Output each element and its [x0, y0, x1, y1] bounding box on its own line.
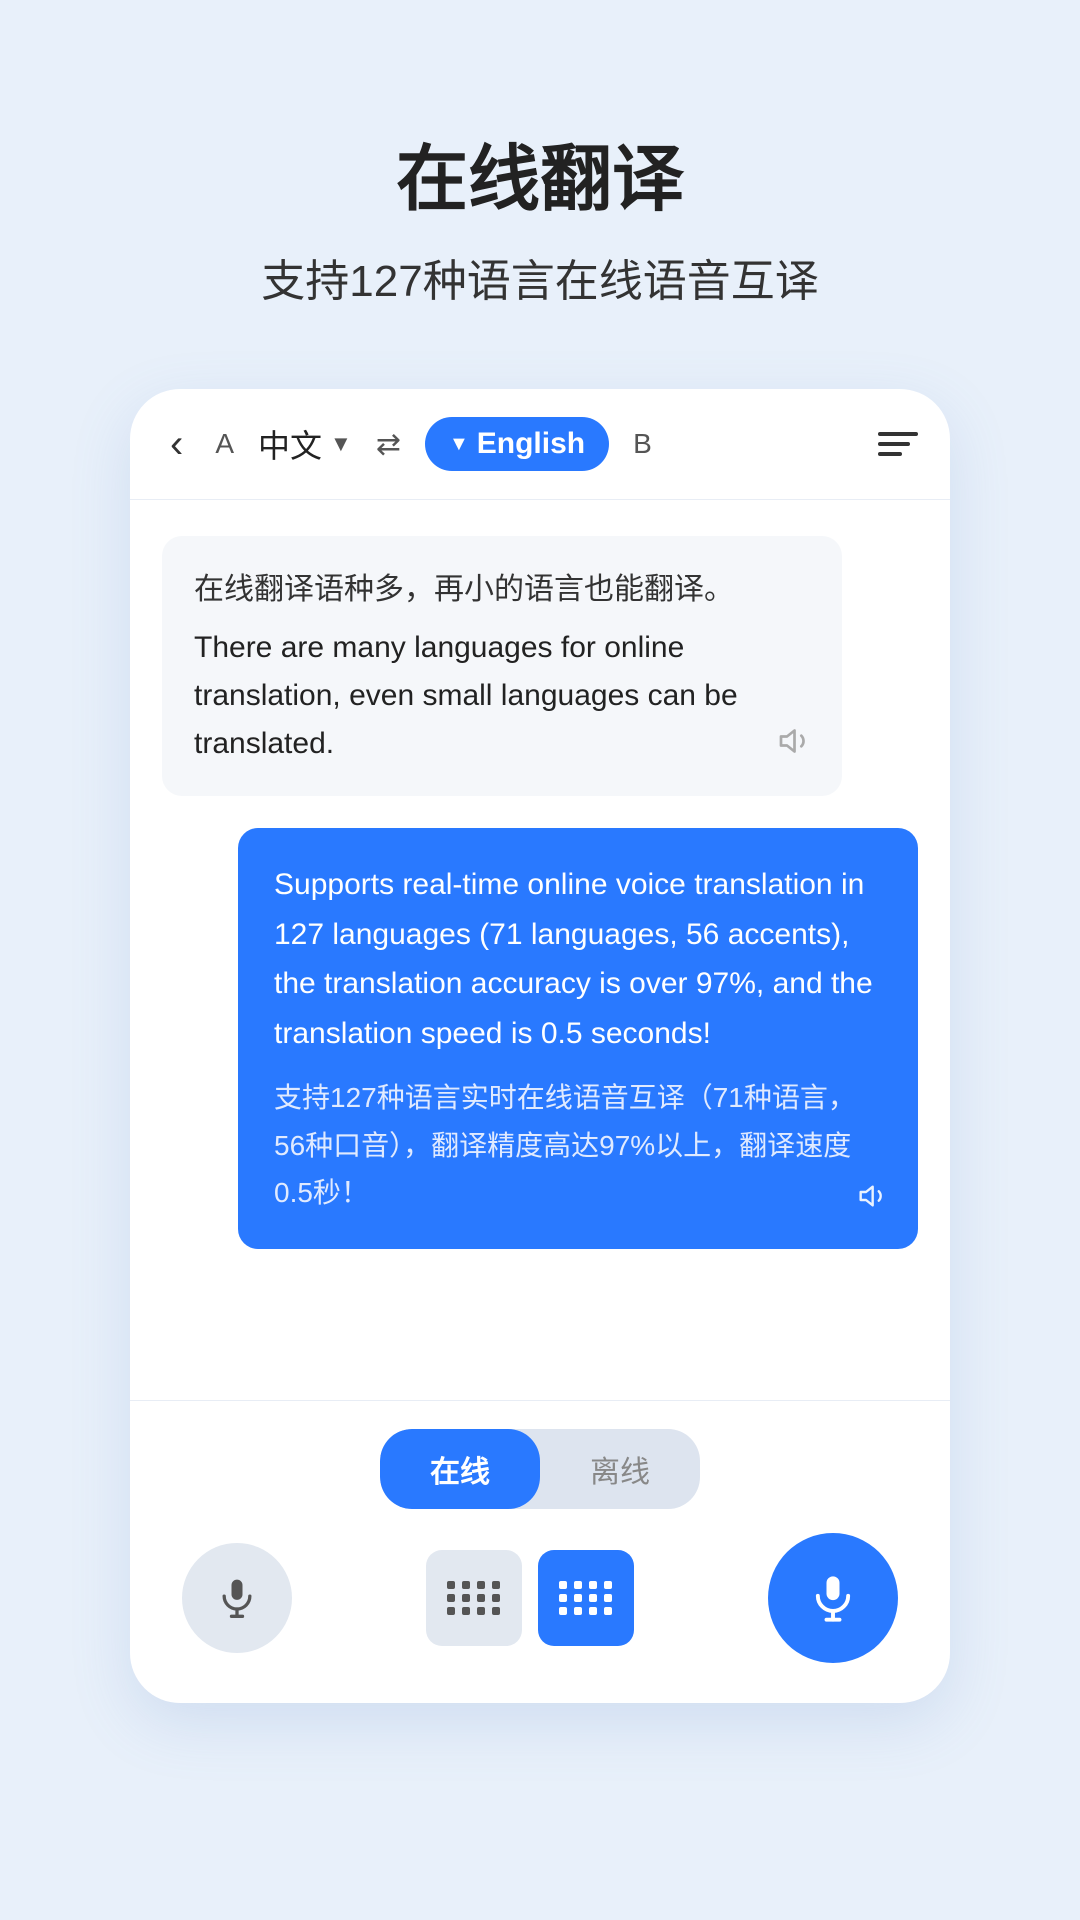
mic-button-gray[interactable] [182, 1543, 292, 1653]
keyboard-group [426, 1550, 634, 1646]
keyboard-inactive-button[interactable] [426, 1550, 522, 1646]
target-lang-arrow: ▼ [449, 433, 469, 456]
page-subtitle: 支持127种语言在线语音互译 [40, 245, 1040, 309]
page-title: 在线翻译 [40, 120, 1040, 225]
toolbar: ‹ A 中文 ▼ ⇄ ▼ English B [130, 389, 950, 500]
offline-mode-button[interactable]: 离线 [540, 1429, 700, 1509]
right-english-text: Supports real-time online voice translat… [274, 860, 882, 1058]
source-language-selector[interactable]: 中文 ▼ [258, 421, 352, 467]
speaker-icon-right[interactable] [858, 1180, 890, 1221]
swap-languages-button[interactable]: ⇄ [376, 427, 401, 462]
page-header: 在线翻译 支持127种语言在线语音互译 [0, 0, 1080, 369]
right-chinese-text: 支持127种语言实时在线语音互译（71种语言，56种口音），翻译精度高达97%以… [274, 1074, 882, 1217]
bottom-bar: 在线 离线 [130, 1400, 950, 1703]
back-button[interactable]: ‹ [162, 418, 191, 471]
keyboard-active-button[interactable] [538, 1550, 634, 1646]
menu-button[interactable] [878, 432, 918, 456]
action-row [162, 1533, 918, 1663]
target-language-selector[interactable]: ▼ English [425, 417, 609, 471]
lang-b-label: B [625, 424, 660, 464]
right-translation-bubble: Supports real-time online voice translat… [238, 828, 918, 1249]
mic-button-blue[interactable] [768, 1533, 898, 1663]
left-translation-bubble: 在线翻译语种多，再小的语言也能翻译。 There are many langua… [162, 536, 842, 796]
source-text: 在线翻译语种多，再小的语言也能翻译。 [194, 564, 810, 608]
chat-area: 在线翻译语种多，再小的语言也能翻译。 There are many langua… [130, 500, 950, 1400]
speaker-icon-left[interactable] [778, 723, 814, 768]
online-mode-button[interactable]: 在线 [380, 1429, 540, 1509]
translated-text: There are many languages for online tran… [194, 624, 810, 768]
mode-row: 在线 离线 [162, 1429, 918, 1509]
phone-mockup: ‹ A 中文 ▼ ⇄ ▼ English B 在线翻译语种多，再小的语言也能翻译… [130, 389, 950, 1703]
source-lang-arrow: ▼ [330, 431, 352, 457]
lang-a-label: A [207, 424, 242, 464]
mode-toggle[interactable]: 在线 离线 [380, 1429, 700, 1509]
